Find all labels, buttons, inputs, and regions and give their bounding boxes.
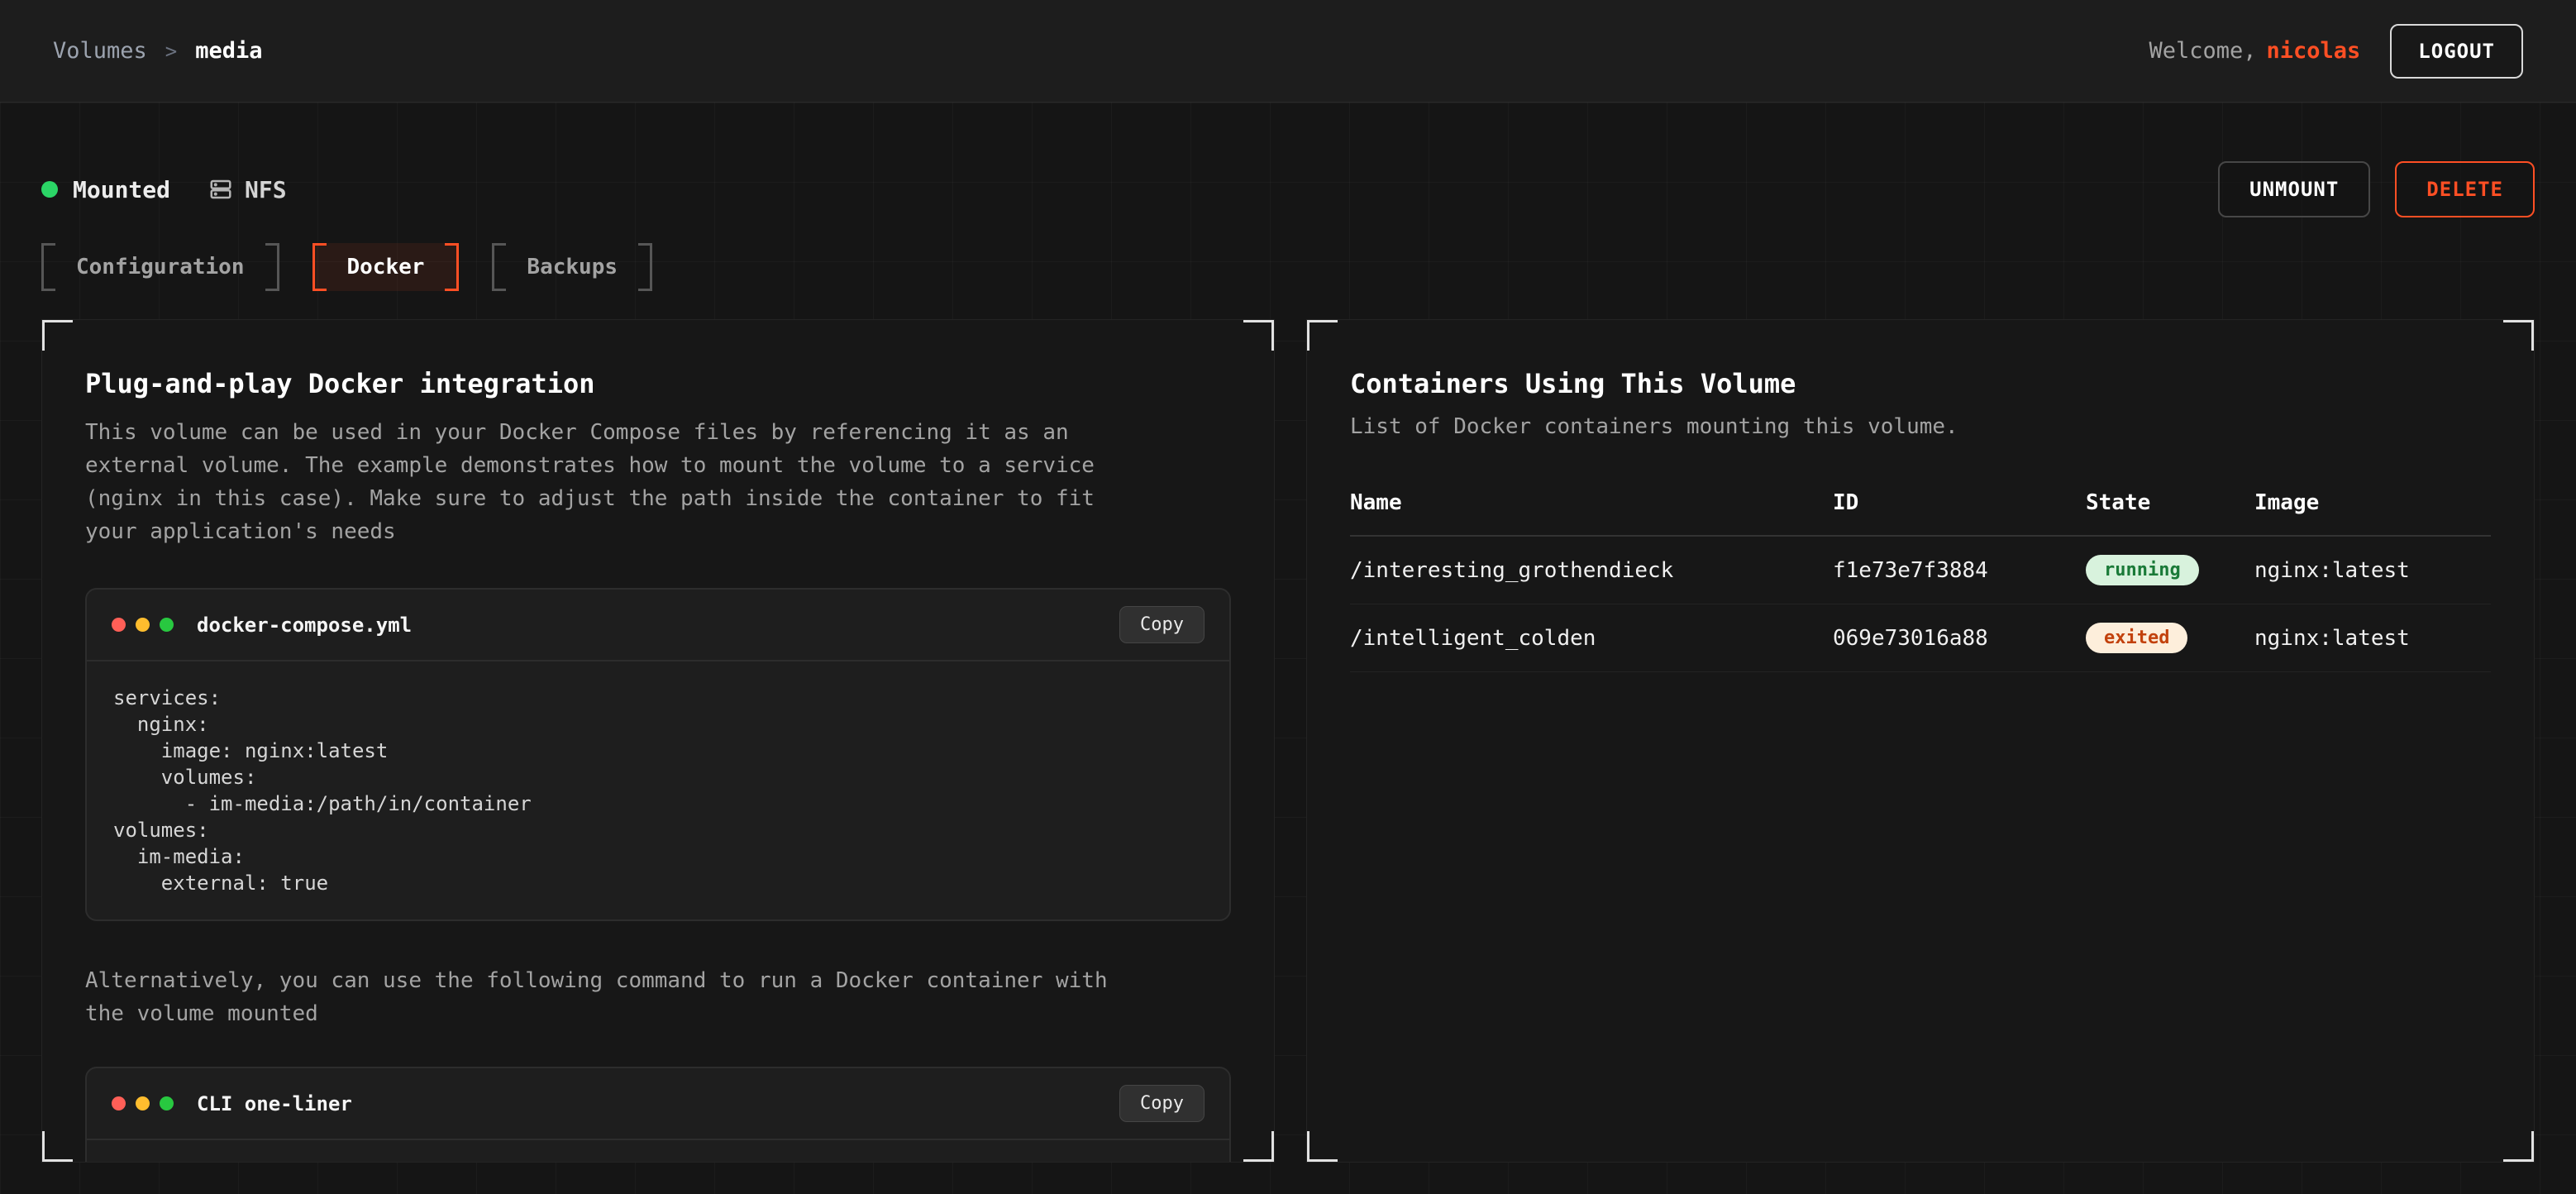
breadcrumb: Volumes > media [53, 38, 263, 64]
container-name: /interesting_grothendieck [1350, 558, 1833, 583]
column-header-image: Image [2254, 490, 2491, 515]
breadcrumb-volumes-link[interactable]: Volumes [53, 38, 147, 64]
containers-panel: Containers Using This Volume List of Doc… [1306, 319, 2535, 1163]
cli-intro-text: Alternatively, you can use the following… [85, 964, 1135, 1030]
welcome-text: Welcome, nicolas [2149, 38, 2360, 64]
compose-filename: docker-compose.yml [197, 614, 1119, 637]
docker-panel-title: Plug-and-play Docker integration [85, 368, 1231, 399]
compose-code: services: nginx: image: nginx:latest vol… [87, 661, 1229, 919]
panel-corner-bracket [2503, 1131, 2535, 1163]
cli-copy-button[interactable]: Copy [1119, 1085, 1205, 1122]
fs-type-label: NFS [245, 176, 287, 203]
column-header-id: ID [1833, 490, 2086, 515]
logout-button[interactable]: LOGOUT [2390, 24, 2523, 79]
volume-status-row: Mounted NFS UNMOUNT DELETE [41, 160, 2535, 218]
compose-code-card-header: docker-compose.yml Copy [87, 590, 1229, 661]
container-state-badge: exited [2086, 623, 2187, 653]
volume-action-buttons: UNMOUNT DELETE [2218, 161, 2535, 217]
tab-configuration[interactable]: Configuration [41, 243, 279, 291]
panel-corner-bracket [41, 319, 73, 351]
panel-corner-bracket [1243, 319, 1275, 351]
compose-code-card: docker-compose.yml Copy services: nginx:… [85, 588, 1231, 921]
container-id: f1e73e7f3884 [1833, 558, 2086, 583]
docker-panel-description: This volume can be used in your Docker C… [85, 416, 1135, 548]
table-row: /intelligent_colden 069e73016a88 exited … [1350, 604, 2491, 672]
filesystem-type: NFS [208, 176, 287, 203]
panel-corner-bracket [1243, 1131, 1275, 1163]
panel-corner-bracket [1306, 1131, 1338, 1163]
window-controls [112, 618, 174, 632]
mounted-status-dot-icon [41, 181, 58, 198]
table-row: /interesting_grothendieck f1e73e7f3884 r… [1350, 537, 2491, 604]
tab-backups[interactable]: Backups [492, 243, 652, 291]
column-header-state: State [2086, 490, 2254, 515]
top-bar: Volumes > media Welcome, nicolas LOGOUT [0, 0, 2576, 103]
window-controls [112, 1096, 174, 1110]
cli-code-card-header: CLI one-liner Copy [87, 1068, 1229, 1140]
containers-panel-title: Containers Using This Volume [1350, 368, 2491, 399]
nfs-server-icon [208, 177, 233, 202]
containers-table-header: Name ID State Image [1350, 490, 2491, 537]
container-id: 069e73016a88 [1833, 626, 2086, 651]
container-image: nginx:latest [2254, 626, 2491, 651]
cli-filename: CLI one-liner [197, 1092, 1119, 1115]
window-red-dot-icon [112, 1096, 126, 1110]
panel-corner-bracket [2503, 319, 2535, 351]
breadcrumb-separator-icon: > [165, 40, 177, 63]
welcome-prefix: Welcome, [2149, 38, 2256, 64]
docker-integration-panel: Plug-and-play Docker integration This vo… [41, 319, 1275, 1163]
main-content: Mounted NFS UNMOUNT DELETE Configuration… [0, 103, 2576, 1194]
volume-status-group: Mounted NFS [41, 176, 287, 203]
username: nicolas [2267, 38, 2361, 64]
column-header-name: Name [1350, 490, 1833, 515]
window-yellow-dot-icon [136, 618, 150, 632]
container-name: /intelligent_colden [1350, 626, 1833, 651]
cli-code-card: CLI one-liner Copy docker run -v im-medi… [85, 1067, 1231, 1163]
cli-code: docker run -v im-media:/path/in/containe… [87, 1140, 1229, 1163]
breadcrumb-current-volume: media [195, 38, 262, 64]
tab-docker[interactable]: Docker [312, 243, 460, 291]
mount-status-label: Mounted [73, 176, 170, 203]
window-green-dot-icon [160, 1096, 174, 1110]
container-state-badge: running [2086, 555, 2199, 585]
top-bar-right: Welcome, nicolas LOGOUT [2149, 24, 2523, 79]
window-red-dot-icon [112, 618, 126, 632]
window-green-dot-icon [160, 618, 174, 632]
containers-table: Name ID State Image /interesting_grothen… [1350, 490, 2491, 672]
mount-status: Mounted [41, 176, 170, 203]
unmount-button[interactable]: UNMOUNT [2218, 161, 2370, 217]
window-yellow-dot-icon [136, 1096, 150, 1110]
containers-panel-subtitle: List of Docker containers mounting this … [1350, 414, 2491, 439]
panels-container: Plug-and-play Docker integration This vo… [41, 319, 2535, 1163]
panel-corner-bracket [1306, 319, 1338, 351]
compose-copy-button[interactable]: Copy [1119, 606, 1205, 643]
container-image: nginx:latest [2254, 558, 2491, 583]
panel-corner-bracket [41, 1131, 73, 1163]
tab-bar: Configuration Docker Backups [41, 243, 2535, 291]
delete-button[interactable]: DELETE [2395, 161, 2535, 217]
